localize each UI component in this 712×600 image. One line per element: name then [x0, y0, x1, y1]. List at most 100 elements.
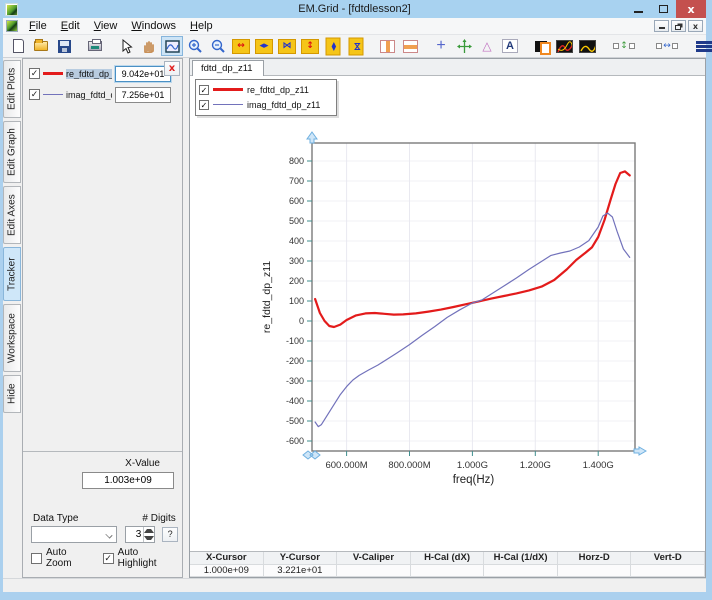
vertical-band-marker-button[interactable]	[376, 36, 398, 56]
menu-edit[interactable]: Edit	[54, 19, 87, 33]
minimize-icon	[634, 11, 643, 13]
svg-text:-400: -400	[286, 396, 304, 406]
legend-line-sample	[213, 104, 243, 105]
menu-windows[interactable]: Windows	[124, 19, 183, 33]
zoom-in-icon	[188, 39, 203, 54]
status-col-header: X-Cursor	[190, 552, 264, 565]
panel-close-button[interactable]: x	[164, 61, 180, 76]
tracker-series-row[interactable]: ✓ re_fdtd_dp_z11	[29, 65, 179, 82]
digits-stepper[interactable]	[125, 526, 155, 543]
layout-icon	[696, 41, 712, 52]
print-button[interactable]	[84, 36, 106, 56]
distribute-horizontal-button[interactable]: ↔	[650, 36, 684, 56]
digits-up-button[interactable]	[144, 527, 154, 535]
series-tracker-value[interactable]	[115, 66, 171, 82]
legend-checkbox[interactable]: ✓	[199, 100, 209, 110]
y-axis-label: re_fdtd_dp_z11	[261, 261, 273, 333]
svg-text:-300: -300	[286, 376, 304, 386]
pan-button[interactable]	[138, 36, 160, 56]
series-label: imag_fdtd_dp_z11	[66, 90, 112, 100]
status-col-header: Y-Cursor	[264, 552, 338, 565]
legend-row[interactable]: ✓ re_fdtd_dp_z11	[199, 82, 336, 97]
svg-text:800: 800	[289, 156, 304, 166]
zoom-in-button[interactable]	[184, 36, 206, 56]
menu-help[interactable]: Help	[183, 19, 220, 33]
cross-marker-button[interactable]: +	[430, 36, 452, 56]
x-axis-pan-right-icon	[634, 447, 646, 455]
mdi-close-button[interactable]: x	[688, 20, 703, 32]
fit-y-button[interactable]: ⋈	[345, 36, 367, 56]
series-checkbox[interactable]: ✓	[29, 89, 40, 100]
select-button[interactable]	[115, 36, 137, 56]
open-file-button[interactable]	[30, 36, 52, 56]
sidebar-tab-edit-plots[interactable]: Edit Plots	[3, 60, 21, 118]
sidebar-tab-hide[interactable]: Hide	[3, 375, 21, 413]
minimize-button[interactable]	[626, 0, 651, 18]
expand-y-button[interactable]: ↕	[299, 36, 321, 56]
svg-text:400: 400	[289, 236, 304, 246]
copy-graph-icon	[535, 41, 547, 52]
maximize-button[interactable]	[651, 0, 676, 18]
text-label-button[interactable]: A	[499, 36, 521, 56]
auto-zoom-label: Auto Zoom	[46, 547, 89, 569]
sidebar-tab-edit-axes[interactable]: Edit Axes	[3, 186, 21, 244]
arrow-down-icon	[144, 536, 154, 540]
pan-hand-icon	[142, 39, 156, 53]
plot-canvas[interactable]: ✓ re_fdtd_dp_z11 ✓ imag_fdtd_dp_z11 8007…	[190, 76, 705, 551]
expand-x-button[interactable]: ↔	[230, 36, 252, 56]
chevron-down-icon	[106, 531, 113, 538]
menu-file[interactable]: File	[22, 19, 54, 33]
layout-button[interactable]: Layout	[691, 38, 712, 54]
tracker-series-list: ✓ re_fdtd_dp_z11 ✓ imag_fdtd_dp_z11 x	[23, 59, 182, 452]
new-document-button[interactable]	[7, 36, 29, 56]
mdi-restore-button[interactable]	[671, 20, 686, 32]
menu-view[interactable]: View	[87, 19, 125, 33]
auto-highlight-checkbox[interactable]: ✓	[103, 553, 114, 564]
fit-x-icon: ⋈	[278, 39, 296, 54]
delta-marker-button[interactable]: △	[476, 36, 498, 56]
sidebar-tab-workspace[interactable]: Workspace	[3, 304, 21, 372]
tracker-cursor-button[interactable]	[453, 36, 475, 56]
copy-graph-button[interactable]	[530, 36, 552, 56]
data-type-select[interactable]	[31, 526, 117, 543]
save-button[interactable]	[53, 36, 75, 56]
tracker-controls: X-Value Data Type # Digits	[23, 452, 182, 577]
compress-y-button[interactable]: ◂▸	[322, 36, 344, 56]
y-axis-pan-arrow-icon	[307, 132, 317, 143]
horizontal-band-icon	[403, 40, 418, 53]
fit-x-button[interactable]: ⋈	[276, 36, 298, 56]
compress-x-button[interactable]: ◂▸	[253, 36, 275, 56]
digits-input[interactable]	[126, 527, 143, 542]
horizontal-band-marker-button[interactable]	[399, 36, 421, 56]
help-button[interactable]: ?	[162, 527, 178, 542]
sidebar-tab-tracker[interactable]: Tracker	[3, 247, 21, 301]
sidebar-tab-edit-graph[interactable]: Edit Graph	[3, 121, 21, 183]
mdi-minimize-button[interactable]	[654, 20, 669, 32]
svg-text:800.000M: 800.000M	[388, 460, 430, 471]
document-tab[interactable]: fdtd_dp_z11	[192, 60, 264, 76]
svg-text:200: 200	[289, 276, 304, 286]
digits-down-button[interactable]	[144, 535, 154, 543]
mdi-restore-icon	[675, 25, 681, 30]
auto-zoom-checkbox[interactable]	[31, 553, 42, 564]
legend-checkbox[interactable]: ✓	[199, 85, 209, 95]
series-label: re_fdtd_dp_z11	[66, 69, 112, 79]
series-checkbox[interactable]: ✓	[29, 68, 40, 79]
close-button[interactable]: x	[676, 0, 706, 18]
x-axis-label: freq(Hz)	[453, 474, 495, 486]
x-value-input[interactable]	[82, 472, 174, 489]
status-col-header: H-Cal (1/dX)	[484, 552, 558, 565]
tracker-series-row[interactable]: ✓ imag_fdtd_dp_z11	[29, 86, 179, 103]
zoom-out-button[interactable]	[207, 36, 229, 56]
series-tracker-value[interactable]	[115, 87, 171, 103]
legend-row[interactable]: ✓ imag_fdtd_dp_z11	[199, 97, 336, 112]
graph-style-yellow-button[interactable]	[576, 36, 598, 56]
status-value	[411, 565, 485, 578]
zoom-region-button[interactable]	[161, 36, 183, 56]
svg-text:0: 0	[299, 316, 304, 326]
distribute-vertical-button[interactable]: ↕	[607, 36, 641, 56]
svg-text:-500: -500	[286, 416, 304, 426]
line-chart[interactable]: 8007006005004003002001000-100-200-300-40…	[190, 76, 705, 551]
app-menu-logo-icon	[6, 20, 18, 32]
graph-style-dark-button[interactable]	[553, 36, 575, 56]
